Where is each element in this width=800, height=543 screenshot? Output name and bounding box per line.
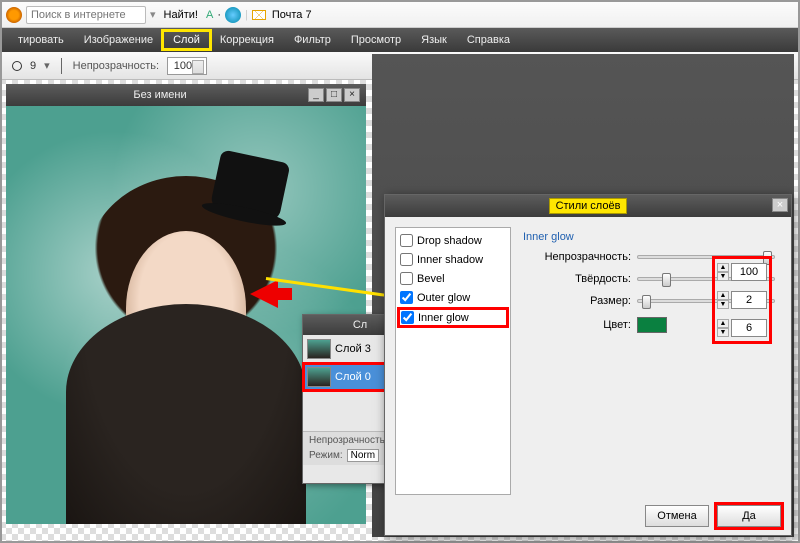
menu-image[interactable]: Изображение (74, 31, 163, 49)
opacity-value[interactable]: 100 (731, 263, 767, 281)
opacity-spinner[interactable]: 100 (167, 57, 207, 75)
app-icon (6, 7, 22, 23)
layer-thumbnail (307, 339, 331, 359)
checkbox[interactable] (401, 311, 414, 324)
style-inner-shadow[interactable]: Inner shadow (400, 253, 506, 266)
layer-opacity-label: Непрозрачность: (309, 435, 388, 446)
layer-name: Слой 0 (335, 371, 371, 383)
layer-mode-label: Режим: (309, 450, 343, 461)
spinner-arrows[interactable]: ▲▼ (717, 291, 729, 309)
hardness-value[interactable]: 2 (731, 291, 767, 309)
style-list: Drop shadow Inner shadow Bevel Outer glo… (395, 227, 511, 495)
close-button[interactable]: × (344, 88, 360, 102)
params-section-title: Inner glow (523, 231, 775, 243)
menu-help[interactable]: Справка (457, 31, 520, 49)
menu-view[interactable]: Просмотр (341, 31, 411, 49)
spinner-arrows[interactable]: ▲▼ (717, 263, 729, 281)
checkbox[interactable] (400, 272, 413, 285)
style-drop-shadow[interactable]: Drop shadow (400, 234, 506, 247)
checkbox[interactable] (400, 253, 413, 266)
menu-filter[interactable]: Фильтр (284, 31, 341, 49)
style-label: Bevel (417, 273, 445, 285)
browser-toolbar: ▾ Найти! A · | Почта 7 (2, 2, 798, 28)
mail-label[interactable]: Почта 7 (272, 9, 312, 21)
layer-styles-dialog: Стили слоёв × Drop shadow Inner shadow B… (384, 194, 792, 536)
layer-name: Слой 3 (335, 343, 371, 355)
opacity-label: Непрозрачность: (73, 60, 159, 72)
param-color-label: Цвет: (523, 319, 631, 331)
cancel-button[interactable]: Отмена (645, 505, 709, 527)
style-inner-glow[interactable]: Inner glow (400, 310, 506, 325)
checkbox[interactable] (400, 291, 413, 304)
dropdown-icon[interactable]: ▾ (44, 59, 50, 72)
style-bevel[interactable]: Bevel (400, 272, 506, 285)
param-opacity-label: Непрозрачность: (523, 251, 631, 263)
dropdown-icon[interactable]: ▾ (150, 8, 156, 21)
layer-mode-select[interactable]: Norm (347, 449, 379, 462)
document-title: Без имени (12, 89, 308, 101)
color-swatch[interactable] (637, 317, 667, 333)
style-label: Outer glow (417, 292, 470, 304)
checkbox[interactable] (400, 234, 413, 247)
separator: · (217, 9, 221, 21)
style-outer-glow[interactable]: Outer glow (400, 291, 506, 304)
image-content (66, 304, 306, 524)
find-button[interactable]: Найти! (160, 9, 202, 21)
separator (61, 58, 62, 74)
menu-lang[interactable]: Язык (411, 31, 457, 49)
param-size-label: Размер: (523, 295, 631, 307)
style-params-pane: Inner glow Непрозрачность: Твёрдость: Ра… (517, 227, 781, 495)
color-tool-icon[interactable]: A (206, 9, 213, 21)
brush-size-value: 9 (30, 60, 36, 72)
param-value-group: ▲▼100 ▲▼2 ▲▼6 (715, 259, 769, 341)
layer-thumbnail (307, 367, 331, 387)
minimize-button[interactable]: _ (308, 88, 324, 102)
dialog-titlebar[interactable]: Стили слоёв × (385, 195, 791, 217)
param-hardness-label: Твёрдость: (523, 273, 631, 285)
search-input[interactable] (26, 6, 146, 24)
style-label: Drop shadow (417, 235, 482, 247)
menu-edit[interactable]: тировать (8, 31, 74, 49)
annotation-arrow-red (250, 280, 278, 308)
document-titlebar[interactable]: Без имени _ □ × (6, 84, 366, 106)
app-menubar: тировать Изображение Слой Коррекция Филь… (2, 28, 798, 52)
dialog-close-button[interactable]: × (772, 198, 788, 212)
style-label: Inner glow (418, 312, 469, 324)
ok-button[interactable]: Да (717, 505, 781, 527)
separator: | (245, 9, 248, 21)
menu-layer[interactable]: Слой (163, 31, 210, 49)
menu-adjust[interactable]: Коррекция (210, 31, 284, 49)
brush-preview-icon[interactable] (12, 61, 22, 71)
size-value[interactable]: 6 (731, 319, 767, 337)
maximize-button[interactable]: □ (326, 88, 342, 102)
style-label: Inner shadow (417, 254, 483, 266)
image-content (209, 149, 290, 222)
spinner-arrows[interactable]: ▲▼ (717, 319, 729, 337)
toolbar-icon[interactable] (225, 7, 241, 23)
dialog-title: Стили слоёв (550, 199, 627, 213)
mail-icon[interactable] (252, 10, 266, 20)
